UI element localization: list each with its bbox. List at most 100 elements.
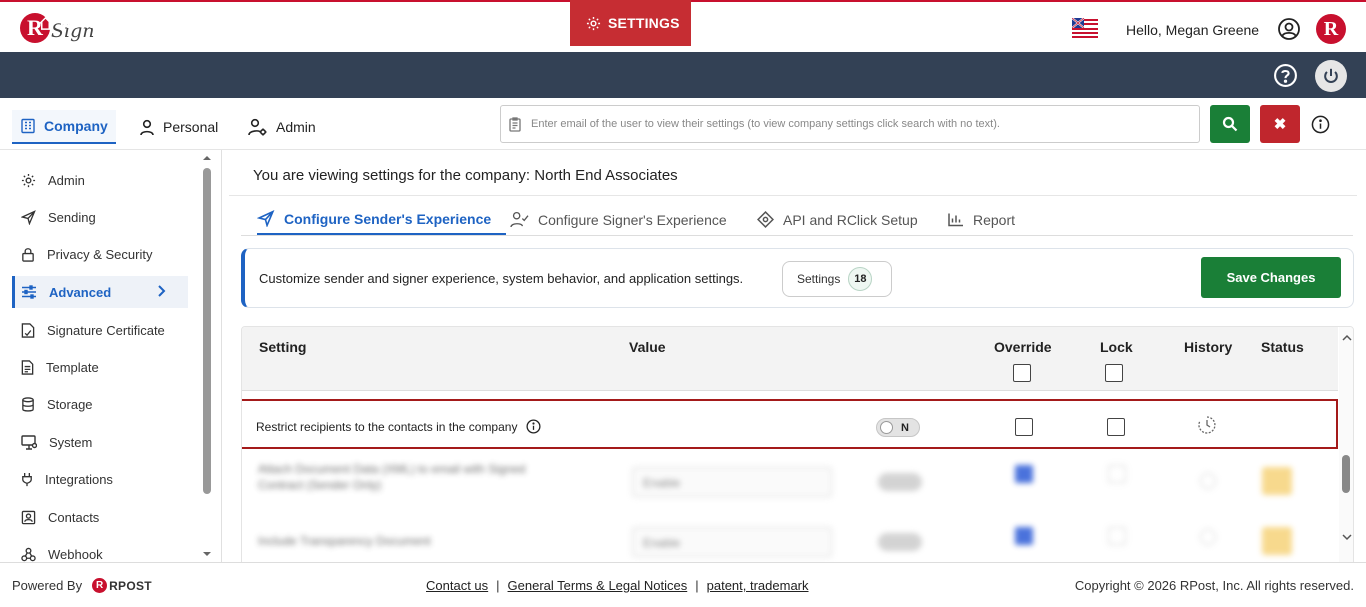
nav-envelopes[interactable]: ENVELOPES (226, 0, 335, 46)
user-greeting: Hello, Megan Greene (1126, 22, 1260, 38)
sidebar-item-storage[interactable]: Storage (12, 388, 188, 420)
settings-count-badge: 18 (848, 267, 873, 291)
clear-search-button[interactable]: ✖ (1260, 105, 1300, 143)
select-value: Enable (643, 536, 681, 550)
patent-trademark-link[interactable]: patent, trademark (707, 578, 809, 593)
uk-flag-icon[interactable] (1072, 18, 1098, 38)
row-toggle[interactable] (878, 533, 922, 551)
scope-tab-personal[interactable]: Personal (139, 110, 218, 144)
override-checkbox[interactable] (1015, 418, 1033, 436)
nav-templates[interactable]: TEMPLATES (361, 0, 467, 46)
plug-icon (22, 472, 32, 486)
nav-send[interactable]: SEND (134, 0, 196, 46)
search-button[interactable] (1210, 105, 1250, 143)
status-badge (1262, 467, 1292, 495)
tab-label: Report (973, 211, 1016, 228)
toggle-state-text: N (901, 421, 909, 434)
nav-settings[interactable]: SETTINGS (570, 0, 691, 46)
history-clock-icon[interactable] (1200, 473, 1216, 489)
setting-label: Restrict recipients to the contacts in t… (256, 419, 541, 434)
setting-label-text: Include Transparency Document (258, 534, 431, 548)
override-checkbox-checked[interactable] (1015, 527, 1033, 545)
sidebar-item-admin[interactable]: Admin (12, 164, 188, 196)
blurred-rows: Attach Document Data (XML) to email with… (242, 453, 1338, 562)
table-scroll-thumb[interactable] (1342, 455, 1350, 493)
sidebar-item-integrations[interactable]: Integrations (12, 463, 188, 495)
tab-report[interactable]: Report (948, 204, 1015, 235)
logout-button[interactable] (1315, 60, 1347, 92)
tab-configure-signer[interactable]: Configure Signer's Experience (510, 204, 727, 235)
tab-configure-sender[interactable]: Configure Sender's Experience (257, 204, 507, 235)
tab-label: Configure Signer's Experience (538, 211, 727, 228)
brand-logo-r[interactable]: R (1316, 14, 1346, 44)
powered-by-text: Powered By (12, 578, 83, 593)
send-icon (21, 209, 36, 225)
settings-sidebar: Admin Sending Privacy & Security Advance… (0, 150, 222, 562)
info-icon[interactable] (526, 419, 541, 434)
terms-link[interactable]: General Terms & Legal Notices (508, 578, 688, 593)
table-scrollbar[interactable] (1339, 327, 1353, 562)
col-header-override: Override (994, 339, 1052, 355)
restrict-recipients-toggle[interactable]: N (876, 418, 920, 437)
viewing-company-heading: You are viewing settings for the company… (253, 167, 678, 184)
sidebar-item-signature-certificate[interactable]: Signature Certificate (12, 314, 188, 346)
scope-admin-label: Admin (276, 119, 316, 135)
user-search-box[interactable] (500, 105, 1200, 143)
tab-api-rclick[interactable]: API and RClick Setup (757, 204, 918, 235)
save-changes-button[interactable]: Save Changes (1201, 257, 1341, 298)
document-icon (21, 359, 34, 375)
lock-checkbox[interactable] (1107, 418, 1125, 436)
nav-stats-label: STATS (513, 15, 558, 31)
contact-us-link[interactable]: Contact us (426, 578, 488, 593)
nav-envelopes-label: ENVELOPES (248, 15, 336, 31)
footer: Powered By R RPOST Contact us | General … (0, 562, 1366, 607)
user-email-search-input[interactable] (531, 118, 1171, 130)
row-toggle[interactable] (878, 473, 922, 491)
history-clock-icon[interactable] (1197, 415, 1217, 435)
settings-count-pill[interactable]: Settings 18 (782, 261, 892, 297)
value-select[interactable]: Enable (632, 467, 832, 497)
send-icon (134, 15, 149, 31)
sidebar-item-advanced[interactable]: Advanced (12, 276, 188, 308)
scroll-down-arrow-icon[interactable] (201, 549, 213, 559)
override-checkbox-checked[interactable] (1015, 465, 1033, 483)
nav-stats[interactable]: STATS (491, 0, 558, 46)
history-clock-icon[interactable] (1200, 529, 1216, 545)
sidebar-item-privacy-security[interactable]: Privacy & Security (12, 238, 188, 270)
database-icon (22, 396, 34, 412)
sidebar-item-label: Webhook (48, 546, 103, 562)
value-select[interactable]: Enable (632, 527, 832, 557)
user-check-icon (510, 211, 529, 228)
person-icon (140, 119, 154, 135)
help-icon[interactable] (1273, 63, 1298, 88)
envelope-icon (226, 17, 241, 29)
sidebar-item-label: System (49, 434, 93, 450)
settings-table: Setting Value Override Lock History Stat… (241, 326, 1354, 562)
sidebar-item-webhook[interactable]: Webhook (12, 538, 188, 562)
nav-templates-label: TEMPLATES (381, 15, 467, 31)
settings-pill-label: Settings (797, 272, 841, 286)
lock-icon (22, 247, 34, 262)
sidebar-scroll-thumb[interactable] (203, 168, 211, 494)
scroll-down-arrow-icon[interactable] (1341, 532, 1353, 542)
user-profile-icon[interactable] (1277, 17, 1301, 41)
scope-tab-admin[interactable]: Admin (248, 110, 316, 144)
lock-checkbox[interactable] (1108, 527, 1126, 545)
toggle-knob (880, 421, 893, 434)
scroll-up-arrow-icon[interactable] (1341, 333, 1353, 343)
scroll-up-arrow-icon[interactable] (201, 153, 213, 163)
scope-tab-company[interactable]: Company (12, 110, 116, 144)
sidebar-item-system[interactable]: System (12, 426, 188, 458)
tabs-underline (241, 235, 1353, 236)
override-all-checkbox[interactable] (1013, 364, 1031, 382)
info-icon[interactable] (1311, 115, 1330, 134)
nav-home[interactable]: HOME (38, 0, 103, 46)
sidebar-item-contacts[interactable]: Contacts (12, 501, 188, 533)
sidebar-item-sending[interactable]: Sending (12, 201, 188, 233)
send-icon (257, 210, 275, 227)
sidebar-item-template[interactable]: Template (12, 351, 188, 383)
gear-icon (21, 173, 36, 187)
lock-all-checkbox[interactable] (1105, 364, 1123, 382)
banner-text: Customize sender and signer experience, … (259, 271, 744, 286)
lock-checkbox[interactable] (1108, 465, 1126, 483)
